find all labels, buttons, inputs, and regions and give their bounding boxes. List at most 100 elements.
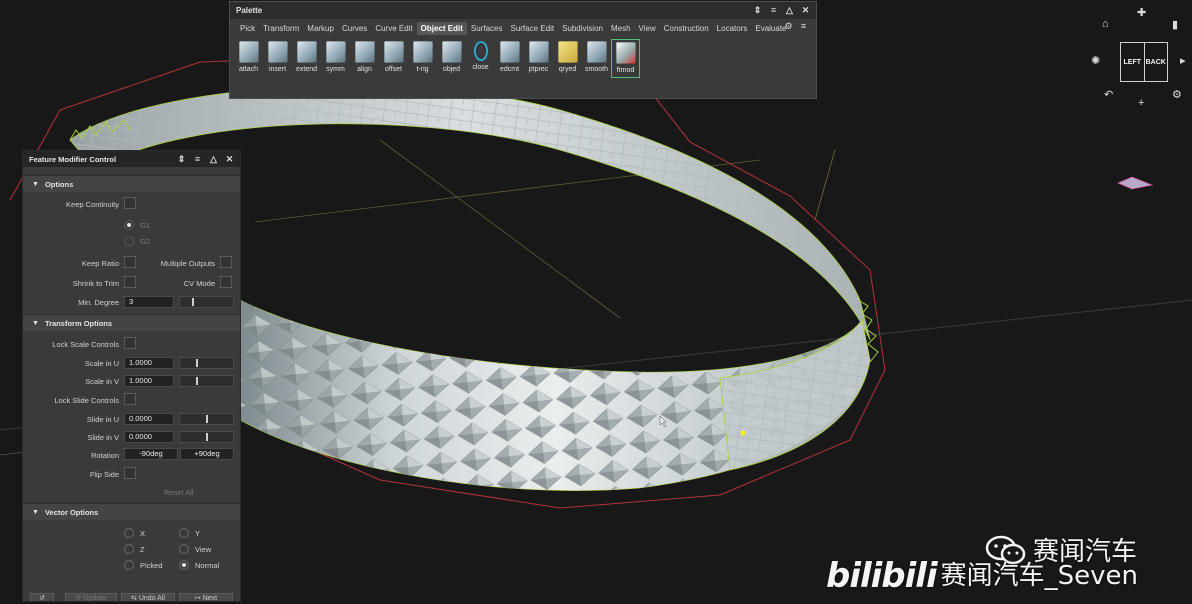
section-title: Vector Options — [44, 507, 99, 517]
menu-icon[interactable]: ≡ — [193, 154, 202, 164]
slider-knob[interactable] — [206, 415, 208, 423]
tool-offset[interactable]: offset — [379, 39, 408, 78]
tab-view[interactable]: View — [635, 22, 660, 35]
view-cube-left-face[interactable]: LEFT — [1121, 43, 1145, 81]
cv-mode-checkbox[interactable] — [220, 276, 232, 288]
scale-v-slider[interactable] — [179, 375, 234, 387]
tool-extend[interactable]: extend — [292, 39, 321, 78]
bookmark-icon[interactable]: ▮ — [1172, 18, 1178, 31]
slider-knob[interactable] — [196, 359, 198, 367]
vector-options-section-header[interactable]: ▼ Vector Options — [23, 503, 240, 520]
slider-knob[interactable] — [192, 298, 194, 306]
tab-pick[interactable]: Pick — [236, 22, 259, 35]
keep-ratio-checkbox[interactable] — [124, 256, 136, 268]
min-degree-field[interactable]: 3 — [124, 296, 174, 308]
pin-icon[interactable]: ⇕ — [753, 6, 762, 15]
multiple-outputs-checkbox[interactable] — [220, 256, 232, 268]
update-button[interactable]: ⟳ Update — [65, 593, 117, 601]
scale-u-label: Scale in U — [84, 359, 119, 368]
tab-object-edit[interactable]: Object Edit — [416, 21, 467, 35]
scale-u-field[interactable]: 1.0000 — [124, 357, 174, 369]
tool-close[interactable]: close — [466, 39, 495, 78]
tab-construction[interactable]: Construction — [660, 22, 713, 35]
fmc-titlebar[interactable]: Feature Modifier Control ⇕ ≡ △ ✕ — [23, 151, 240, 167]
tool-align[interactable]: align — [350, 39, 379, 78]
flip-side-checkbox[interactable] — [124, 467, 136, 479]
x-radio[interactable] — [124, 528, 134, 538]
chevron-right-icon[interactable]: ▸ — [1180, 54, 1186, 67]
view-cube-back-face[interactable]: BACK — [1145, 43, 1168, 81]
tool-insert[interactable]: insert — [263, 39, 292, 78]
keep-continuity-checkbox[interactable] — [124, 197, 136, 209]
tab-curve-edit[interactable]: Curve Edit — [371, 22, 416, 35]
picked-radio[interactable] — [124, 560, 134, 570]
rotation-min-field[interactable]: -90deg — [124, 448, 178, 460]
settings-icon[interactable]: ⚙ — [784, 22, 793, 31]
slider-knob[interactable] — [206, 433, 208, 441]
tab-surfaces[interactable]: Surfaces — [467, 22, 507, 35]
tab-mesh[interactable]: Mesh — [607, 22, 635, 35]
menu-icon[interactable]: ≡ — [769, 6, 778, 15]
undo-all-button[interactable]: ⇆ Undo All — [121, 593, 175, 601]
min-degree-slider[interactable] — [179, 296, 234, 308]
reset-all-button[interactable]: Reset All — [164, 488, 194, 497]
tool-smooth[interactable]: smooth — [582, 39, 611, 78]
normal-radio[interactable] — [179, 560, 189, 570]
tab-markup[interactable]: Markup — [303, 22, 338, 35]
rotation-max-field[interactable]: +90deg — [180, 448, 234, 460]
tool-ptprec[interactable]: ptprec — [524, 39, 553, 78]
palette-titlebar[interactable]: Palette ⇕ ≡ △ ✕ — [230, 2, 816, 19]
rotate-icon[interactable]: ↶ — [1104, 88, 1113, 101]
close-curve-icon — [473, 41, 488, 61]
plus-icon[interactable]: + — [1138, 97, 1144, 109]
slide-u-field[interactable]: 0.0000 — [124, 413, 174, 425]
tool-objed[interactable]: objed — [437, 39, 466, 78]
slide-u-slider[interactable] — [179, 413, 234, 425]
cv-mode-label: CV Mode — [183, 279, 215, 288]
tool-t-rig[interactable]: t-rig — [408, 39, 437, 78]
palette-window: Palette ⇕ ≡ △ ✕ Pick Transform Markup Cu… — [229, 1, 817, 99]
pin-icon[interactable]: ✚ — [1137, 6, 1146, 19]
hamburger-icon[interactable]: ≡ — [799, 22, 808, 31]
tool-symm[interactable]: symm — [321, 39, 350, 78]
shrink-to-trim-checkbox[interactable] — [124, 276, 136, 288]
lock-scale-checkbox[interactable] — [124, 337, 136, 349]
collapse-icon[interactable]: △ — [209, 154, 218, 164]
close-icon[interactable]: ✕ — [225, 154, 234, 164]
tab-surface-edit[interactable]: Surface Edit — [506, 22, 558, 35]
transform-options-section-header[interactable]: ▼ Transform Options — [23, 314, 240, 331]
tool-ftmod[interactable]: ftmod — [611, 39, 640, 78]
slide-v-field[interactable]: 0.0000 — [124, 431, 174, 443]
sun-icon[interactable]: ✺ — [1091, 54, 1100, 67]
close-icon[interactable]: ✕ — [801, 6, 810, 15]
gear-icon[interactable]: ⚙ — [1172, 88, 1182, 101]
home-icon[interactable]: ⌂ — [1102, 18, 1109, 30]
lock-slide-checkbox[interactable] — [124, 393, 136, 405]
options-section-header[interactable]: ▼ Options — [23, 175, 240, 192]
bilibili-watermark: bilibili 赛闻汽车_Seven — [826, 556, 1138, 596]
next-button[interactable]: ↦ Next — [179, 593, 233, 601]
slider-knob[interactable] — [196, 377, 198, 385]
reset-button[interactable]: ↺ — [30, 593, 54, 601]
tab-transform[interactable]: Transform — [259, 22, 303, 35]
scale-v-field[interactable]: 1.0000 — [124, 375, 174, 387]
g1-radio[interactable] — [124, 220, 134, 230]
tool-attach[interactable]: attach — [234, 39, 263, 78]
view-radio[interactable] — [179, 544, 189, 554]
collapse-icon[interactable]: △ — [785, 6, 794, 15]
picked-label: Picked — [140, 561, 163, 570]
z-radio[interactable] — [124, 544, 134, 554]
tab-curves[interactable]: Curves — [338, 22, 371, 35]
tool-label: symm — [326, 66, 345, 73]
scale-u-slider[interactable] — [179, 357, 234, 369]
view-cube[interactable]: LEFT BACK — [1120, 42, 1168, 82]
y-radio[interactable] — [179, 528, 189, 538]
tab-subdivision[interactable]: Subdivision — [558, 22, 607, 35]
slide-v-slider[interactable] — [179, 431, 234, 443]
g2-radio[interactable] — [124, 236, 134, 246]
align-icon — [354, 41, 375, 63]
pin-icon[interactable]: ⇕ — [177, 154, 186, 164]
tool-qryed[interactable]: qryed — [553, 39, 582, 78]
tab-locators[interactable]: Locators — [713, 22, 752, 35]
tool-edcmt[interactable]: edcmt — [495, 39, 524, 78]
